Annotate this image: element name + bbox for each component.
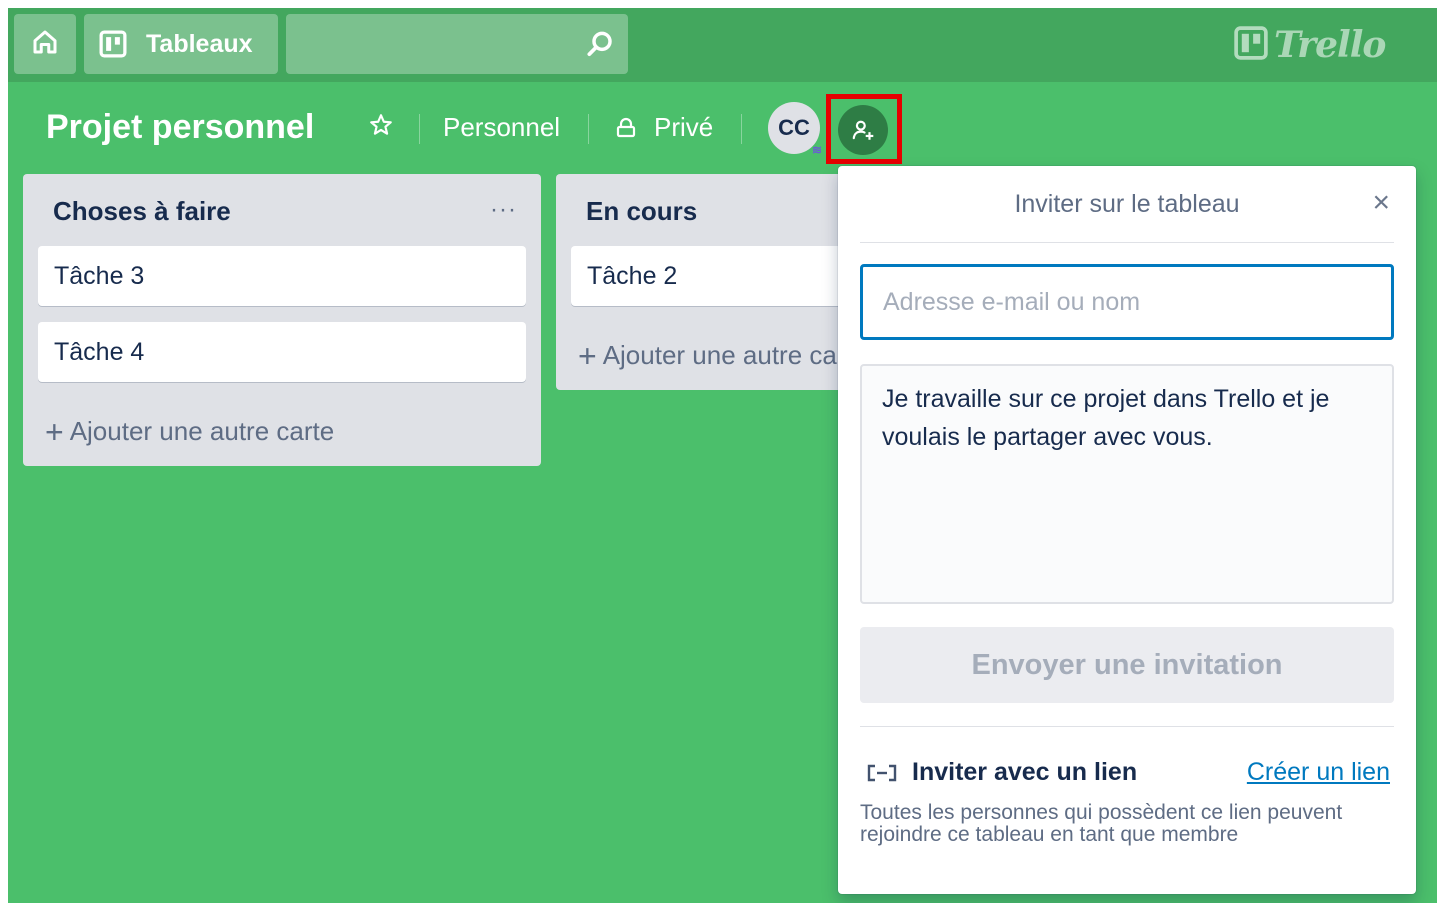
search-input[interactable] [286,14,628,74]
home-button[interactable] [14,14,76,74]
trello-logo[interactable]: Trello [1234,24,1386,66]
card-item[interactable]: Tâche 4 [38,322,526,382]
admin-badge-icon: ≋ [811,143,822,157]
add-card-label: Ajouter une autre carte [602,340,868,370]
invite-message-field[interactable]: Je travaille sur ce projet dans Trello e… [860,364,1394,604]
search-icon[interactable] [584,28,616,65]
lock-icon [614,116,638,140]
header-divider [419,114,420,144]
team-button[interactable]: Personnel [443,112,560,143]
list-menu-icon[interactable]: ··· [490,196,517,224]
trello-board-page: Tableaux Trello Projet personnel Personn… [8,8,1437,903]
star-button[interactable] [368,112,394,145]
header-divider [741,114,742,144]
highlight-box [826,94,902,164]
trello-logo-icon [1234,25,1268,65]
boards-icon [98,29,128,59]
invite-popover: Inviter sur le tableau × Je travaille su… [838,166,1416,894]
link-section-title: Inviter avec un lien [912,758,1138,786]
boards-button[interactable]: Tableaux [84,14,278,74]
team-label: Personnel [443,112,561,142]
home-icon [30,27,60,62]
add-card-label: Ajouter une autre carte [69,416,335,446]
email-input[interactable] [860,264,1394,340]
popover-divider [860,726,1394,727]
list-title[interactable]: En cours [586,196,697,227]
boards-label: Tableaux [146,29,253,58]
invite-link-section: Inviter avec un lien [866,758,1137,787]
trello-logo-text: Trello [1274,24,1386,66]
create-link-link[interactable]: Créer un lien [1247,758,1390,787]
plus-icon: + [578,337,597,374]
list-title[interactable]: Choses à faire [53,196,231,227]
link-icon [866,763,898,783]
member-initials: CC [778,115,810,140]
visibility-button[interactable]: Privé [614,112,713,143]
popover-divider [860,242,1394,243]
visibility-label: Privé [654,112,714,142]
link-description: Toutes les personnes qui possèdent ce li… [860,801,1343,846]
send-invitation-button[interactable]: Envoyer une invitation [860,627,1394,703]
star-icon [368,112,394,145]
board-title[interactable]: Projet personnel [46,108,314,147]
top-header: Tableaux Trello [8,8,1437,82]
list-todo: Choses à faire ··· Tâche 3 Tâche 4 + Ajo… [23,174,541,466]
popover-title: Inviter sur le tableau [1014,190,1240,218]
header-divider [588,114,589,144]
card-item[interactable]: Tâche 3 [38,246,526,306]
plus-icon: + [45,413,64,450]
close-icon[interactable]: × [1372,188,1390,218]
add-card-button[interactable]: + Ajouter une autre carte [578,337,868,374]
add-card-button[interactable]: + Ajouter une autre carte [45,413,335,450]
member-avatar[interactable]: CC ≋ [768,102,822,157]
